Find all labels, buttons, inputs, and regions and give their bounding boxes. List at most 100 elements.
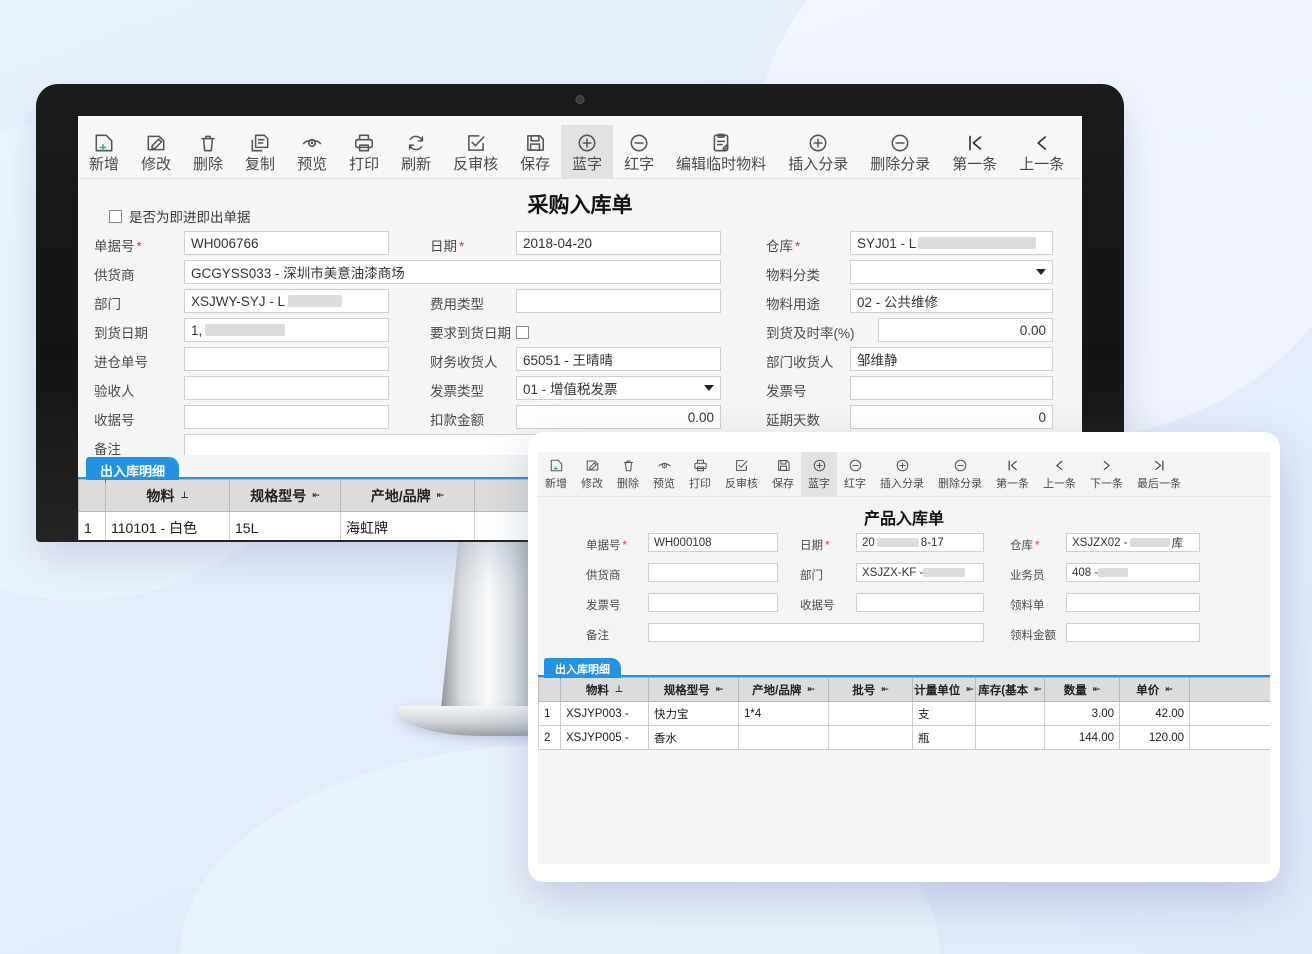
column-header[interactable]: 物料 ⊥ — [105, 479, 230, 512]
table-cell-brand[interactable]: 海虹牌 — [340, 511, 475, 540]
table-cell-no[interactable]: 1 — [78, 511, 106, 540]
toolbar-button-第一条[interactable]: 第一条 — [941, 125, 1008, 178]
column-pin-icon[interactable]: ⇤ — [881, 684, 889, 695]
column-pin-icon[interactable]: ⇤ — [1165, 684, 1173, 695]
column-header[interactable]: 库存(基本 ⇤ — [975, 677, 1045, 702]
float-date-input[interactable]: 20 8-17 — [856, 533, 984, 552]
column-pin-icon[interactable]: ⇤ — [437, 490, 445, 501]
toolbar-button-上一条[interactable]: 上一条 — [1036, 452, 1083, 496]
column-pin-icon[interactable]: ⊥ — [615, 684, 623, 695]
toolbar-button-红字[interactable]: 红字 — [613, 125, 665, 178]
toolbar-button-蓝字[interactable]: 蓝字 — [801, 452, 837, 496]
column-header[interactable]: 产地/品牌 ⇤ — [340, 479, 475, 512]
toolbar-button-预览[interactable]: 预览 — [646, 452, 682, 496]
column-header[interactable]: 单价 ⇤ — [1119, 677, 1190, 702]
toolbar-button-删除[interactable]: 删除 — [610, 452, 646, 496]
toolbar-button-新增[interactable]: 新增 — [538, 452, 574, 496]
toolbar-button-保存[interactable]: 保存 — [765, 452, 801, 496]
float-doc-no-input[interactable]: WH000108 — [648, 533, 778, 552]
column-header[interactable]: 批号 ⇤ — [828, 677, 913, 702]
table-cell-unit[interactable]: 瓶 — [912, 725, 976, 750]
date-input[interactable]: 2018-04-20 — [516, 231, 721, 255]
table-row[interactable]: 1 XSJYP003 - 快力宝 1*4 支 3.00 42.00 — [538, 701, 1270, 726]
material-class-select[interactable] — [850, 260, 1053, 284]
dept-input[interactable]: XSJWY-SYJ - L — [184, 289, 389, 313]
invoice-type-select[interactable]: 01 - 增值税发票 — [516, 376, 721, 400]
toolbar-button-第一条[interactable]: 第一条 — [989, 452, 1036, 496]
float-invoice-no-input[interactable] — [648, 593, 778, 612]
table-cell-material[interactable]: 110101 - 白色 — [105, 511, 230, 540]
toolbar-button-红字[interactable]: 红字 — [837, 452, 873, 496]
dept-receiver-input[interactable]: 邹维静 — [850, 347, 1053, 371]
float-supplier-input[interactable] — [648, 563, 778, 582]
column-pin-icon[interactable]: ⇤ — [966, 684, 974, 695]
column-header[interactable]: 数量 ⇤ — [1044, 677, 1120, 702]
toolbar-button-刷新[interactable]: 刷新 — [390, 125, 442, 178]
receipt-no-input[interactable] — [184, 405, 389, 429]
require-date-checkbox[interactable] — [516, 325, 529, 339]
float-dept-input[interactable]: XSJZX-KF - — [856, 563, 984, 582]
toolbar-button-编辑临时物料[interactable]: 编辑临时物料 — [665, 125, 777, 178]
warehouse-input[interactable]: SYJ01 - L — [850, 231, 1053, 255]
toolbar-button-插入分录[interactable]: 插入分录 — [873, 452, 931, 496]
toolbar-button-新增[interactable]: 新增 — [78, 125, 130, 178]
table-cell-batch[interactable] — [828, 701, 913, 726]
column-header[interactable]: 计量单位 ⇤ — [912, 677, 976, 702]
column-pin-icon[interactable]: ⇤ — [1093, 684, 1101, 695]
float-pick-list-input[interactable] — [1066, 593, 1200, 612]
table-cell-spec[interactable]: 快力宝 — [648, 701, 739, 726]
column-pin-icon[interactable]: ⇤ — [1034, 684, 1042, 695]
column-pin-icon[interactable]: ⇤ — [716, 684, 724, 695]
table-cell-extra[interactable] — [1189, 701, 1270, 726]
table-cell-batch[interactable] — [828, 725, 913, 750]
float-remark-input[interactable] — [648, 623, 984, 642]
table-cell-price[interactable]: 42.00 — [1119, 701, 1190, 726]
column-header[interactable]: 规格型号 ⇤ — [229, 479, 341, 512]
table-cell-qty[interactable]: 3.00 — [1044, 701, 1120, 726]
table-cell-unit[interactable]: 支 — [912, 701, 976, 726]
column-header[interactable] — [78, 479, 106, 512]
toolbar-button-预览[interactable]: 预览 — [286, 125, 338, 178]
toolbar-button-删除分录[interactable]: 删除分录 — [859, 125, 941, 178]
float-sales-input[interactable]: 408 - — [1066, 563, 1200, 582]
table-cell-stock[interactable] — [975, 725, 1045, 750]
toolbar-button-修改[interactable]: 修改 — [574, 452, 610, 496]
table-cell-brand[interactable]: 1*4 — [738, 701, 829, 726]
table-cell-spec[interactable]: 15L — [229, 511, 341, 540]
toolbar-button-删除分录[interactable]: 删除分录 — [931, 452, 989, 496]
instant-in-out-checkbox[interactable] — [109, 209, 122, 223]
material-use-input[interactable]: 02 - 公共维修 — [850, 289, 1053, 313]
float-warehouse-input[interactable]: XSJZX02 - 库 — [1066, 533, 1200, 552]
checker-input[interactable] — [184, 376, 389, 400]
column-pin-icon[interactable]: ⊥ — [180, 490, 188, 501]
toolbar-button-保存[interactable]: 保存 — [509, 125, 561, 178]
toolbar-button-复制[interactable]: 复制 — [234, 125, 286, 178]
deduct-input[interactable]: 0.00 — [516, 405, 721, 429]
toolbar-button-蓝字[interactable]: 蓝字 — [561, 125, 614, 178]
table-cell-extra[interactable] — [1189, 725, 1270, 750]
column-header[interactable]: 规格型号 ⇤ — [648, 677, 739, 702]
toolbar-button-打印[interactable]: 打印 — [338, 125, 390, 178]
toolbar-button-上一条[interactable]: 上一条 — [1008, 125, 1075, 178]
toolbar-button-下一条[interactable]: 下一条 — [1083, 452, 1130, 496]
toolbar-button-修改[interactable]: 修改 — [130, 125, 182, 178]
instant-in-out-checkbox-row[interactable]: 是否为即进即出单据 — [109, 206, 251, 226]
toolbar-button-最后一条[interactable]: 最后一条 — [1130, 452, 1188, 496]
toolbar-button-插入分录[interactable]: 插入分录 — [777, 125, 859, 178]
table-cell-material[interactable]: XSJYP003 - — [560, 701, 649, 726]
toolbar-button-打印[interactable]: 打印 — [682, 452, 718, 496]
toolbar-button-删除[interactable]: 删除 — [182, 125, 234, 178]
table-cell-no[interactable]: 2 — [538, 725, 561, 750]
in-store-no-input[interactable] — [184, 347, 389, 371]
column-pin-icon[interactable]: ⇤ — [807, 684, 815, 695]
table-cell-stock[interactable] — [975, 701, 1045, 726]
delay-days-input[interactable]: 0 — [850, 405, 1053, 429]
table-cell-no[interactable]: 1 — [538, 701, 561, 726]
table-cell-price[interactable]: 120.00 — [1119, 725, 1190, 750]
table-cell-material[interactable]: XSJYP005 - — [560, 725, 649, 750]
toolbar-button-反审核[interactable]: 反审核 — [718, 452, 765, 496]
invoice-no-input[interactable] — [850, 376, 1053, 400]
column-header[interactable]: 物料 ⊥ — [560, 677, 649, 702]
column-pin-icon[interactable]: ⇤ — [312, 490, 320, 501]
supplier-input[interactable]: GCGYSS033 - 深圳市美意油漆商场 — [184, 260, 721, 284]
